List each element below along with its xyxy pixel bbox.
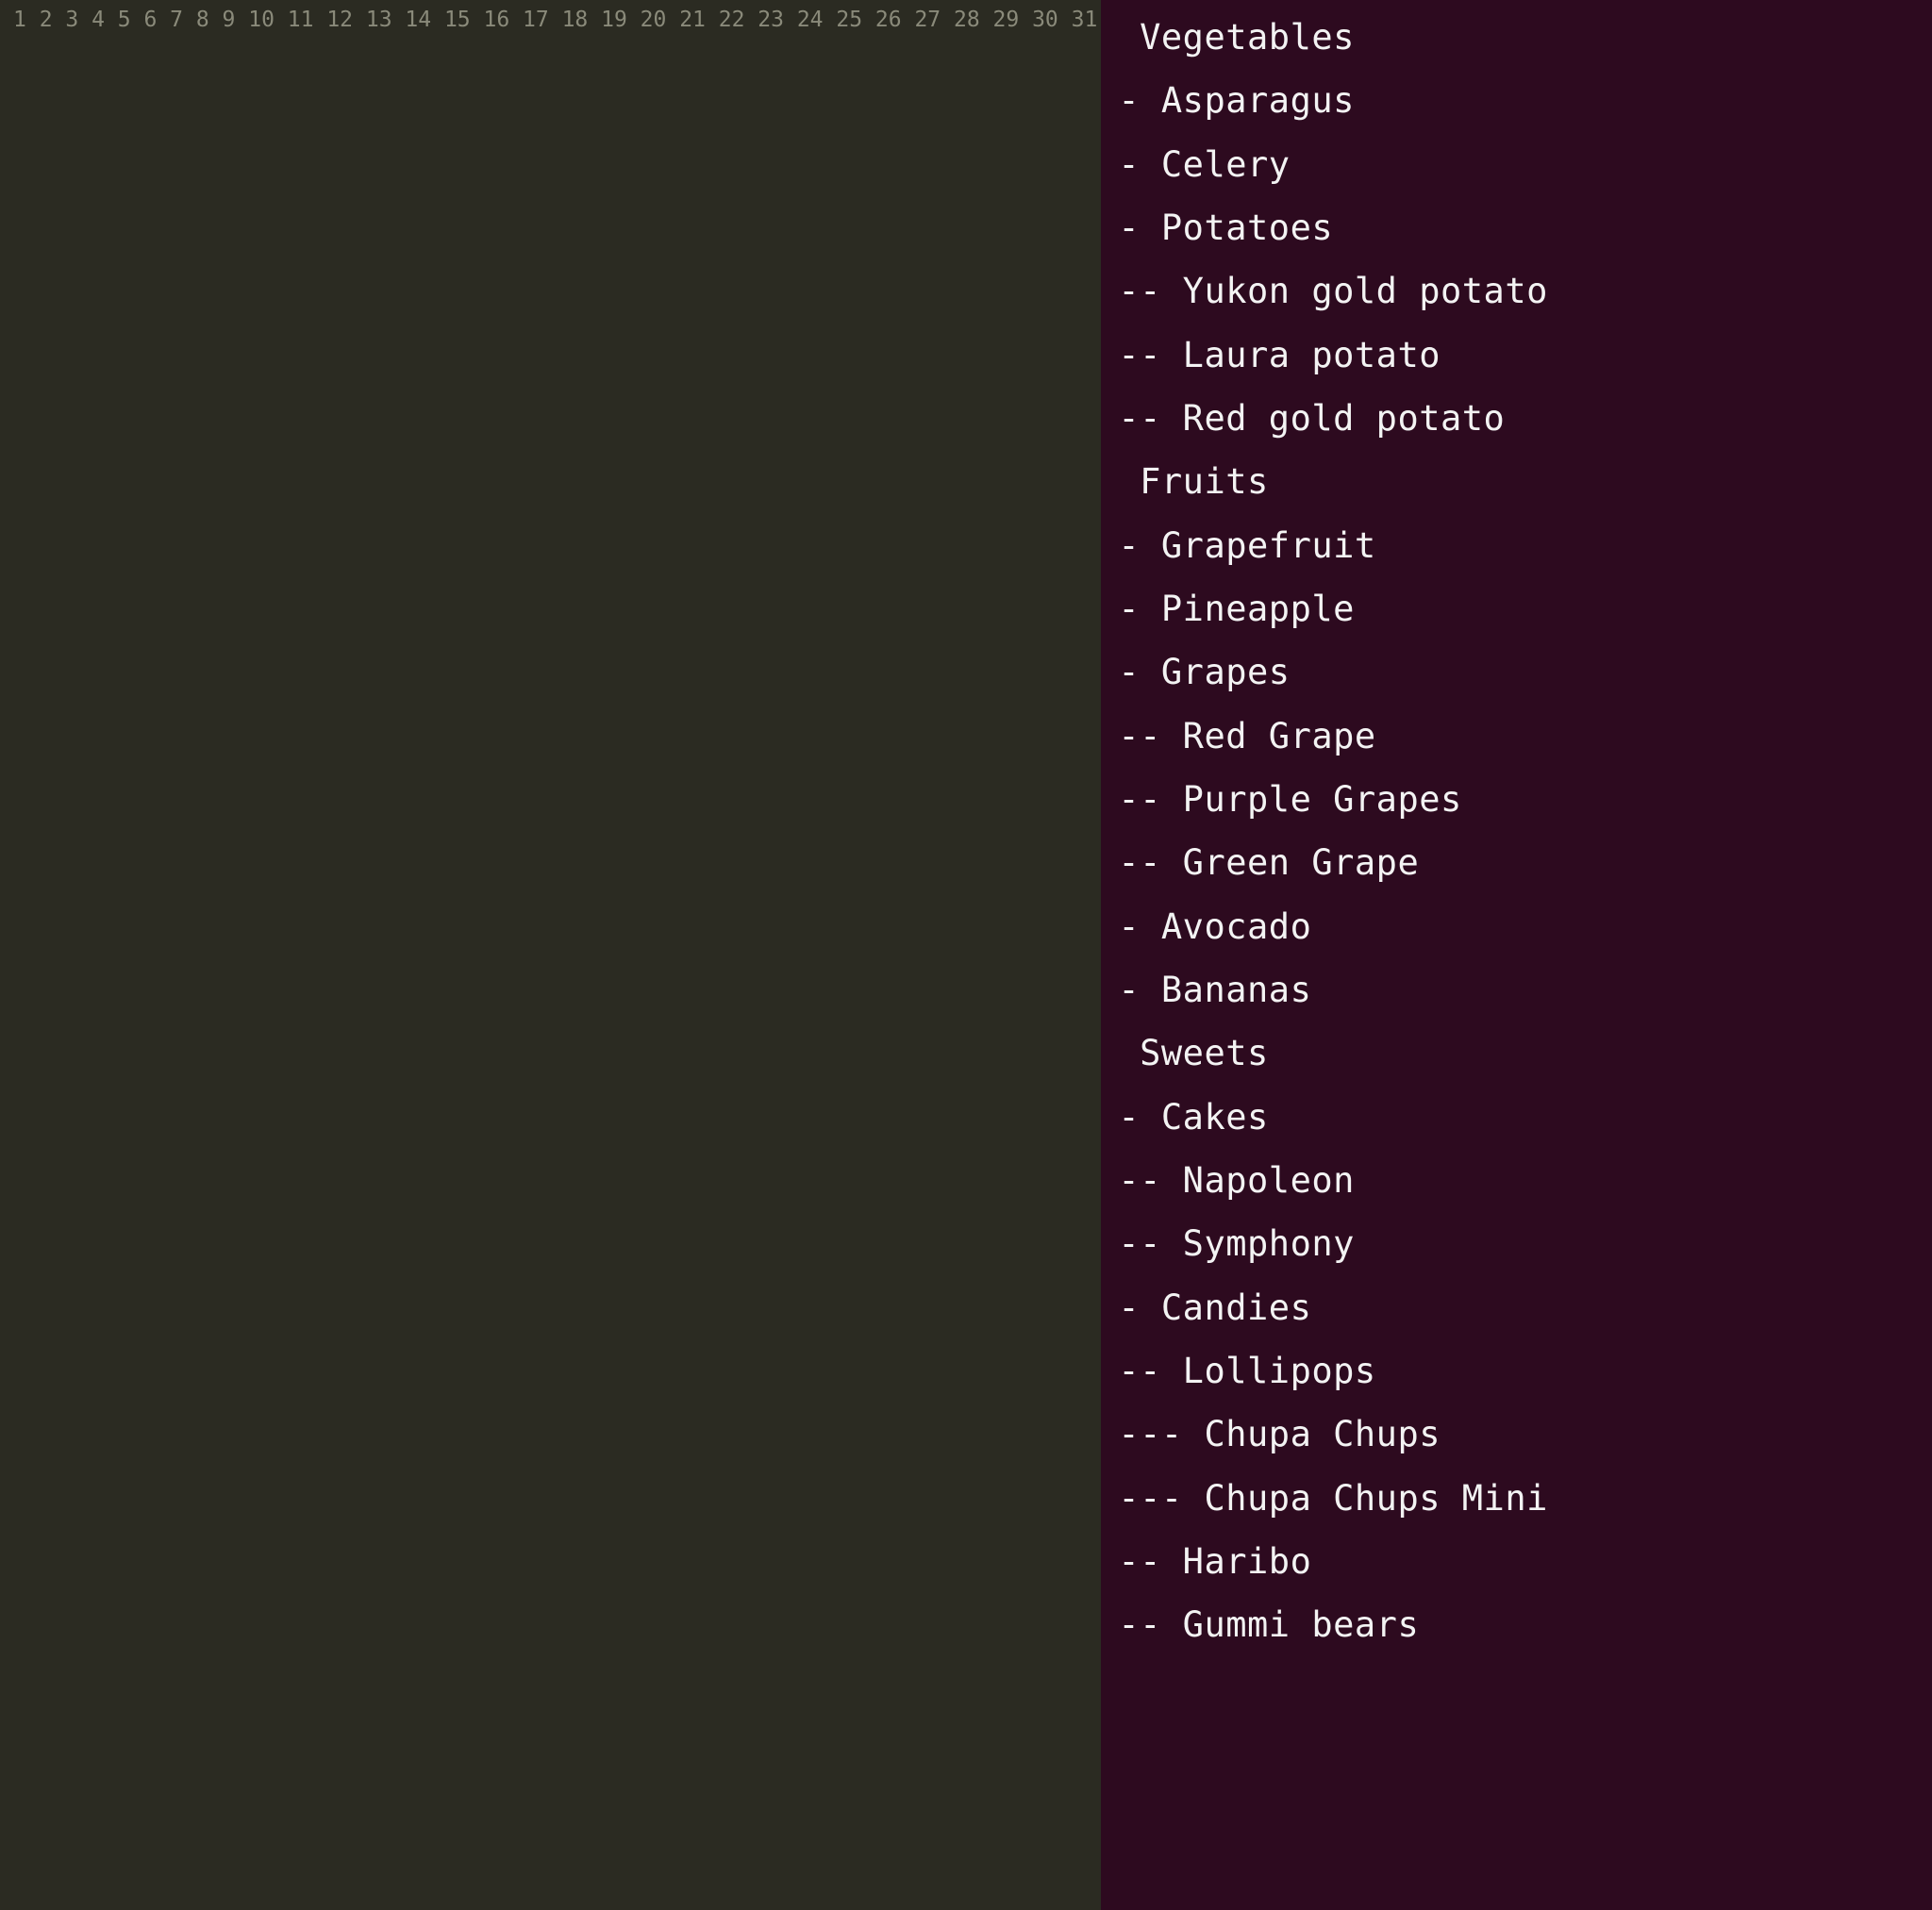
line-number-gutter: 1 2 3 4 5 6 7 8 9 10 11 12 13 14 15 16 1… [0,0,1101,1910]
code-editor[interactable]: 1 2 3 4 5 6 7 8 9 10 11 12 13 14 15 16 1… [0,0,1101,1910]
terminal-output[interactable]: Vegetables - Asparagus - Celery - Potato… [1101,0,1932,1910]
